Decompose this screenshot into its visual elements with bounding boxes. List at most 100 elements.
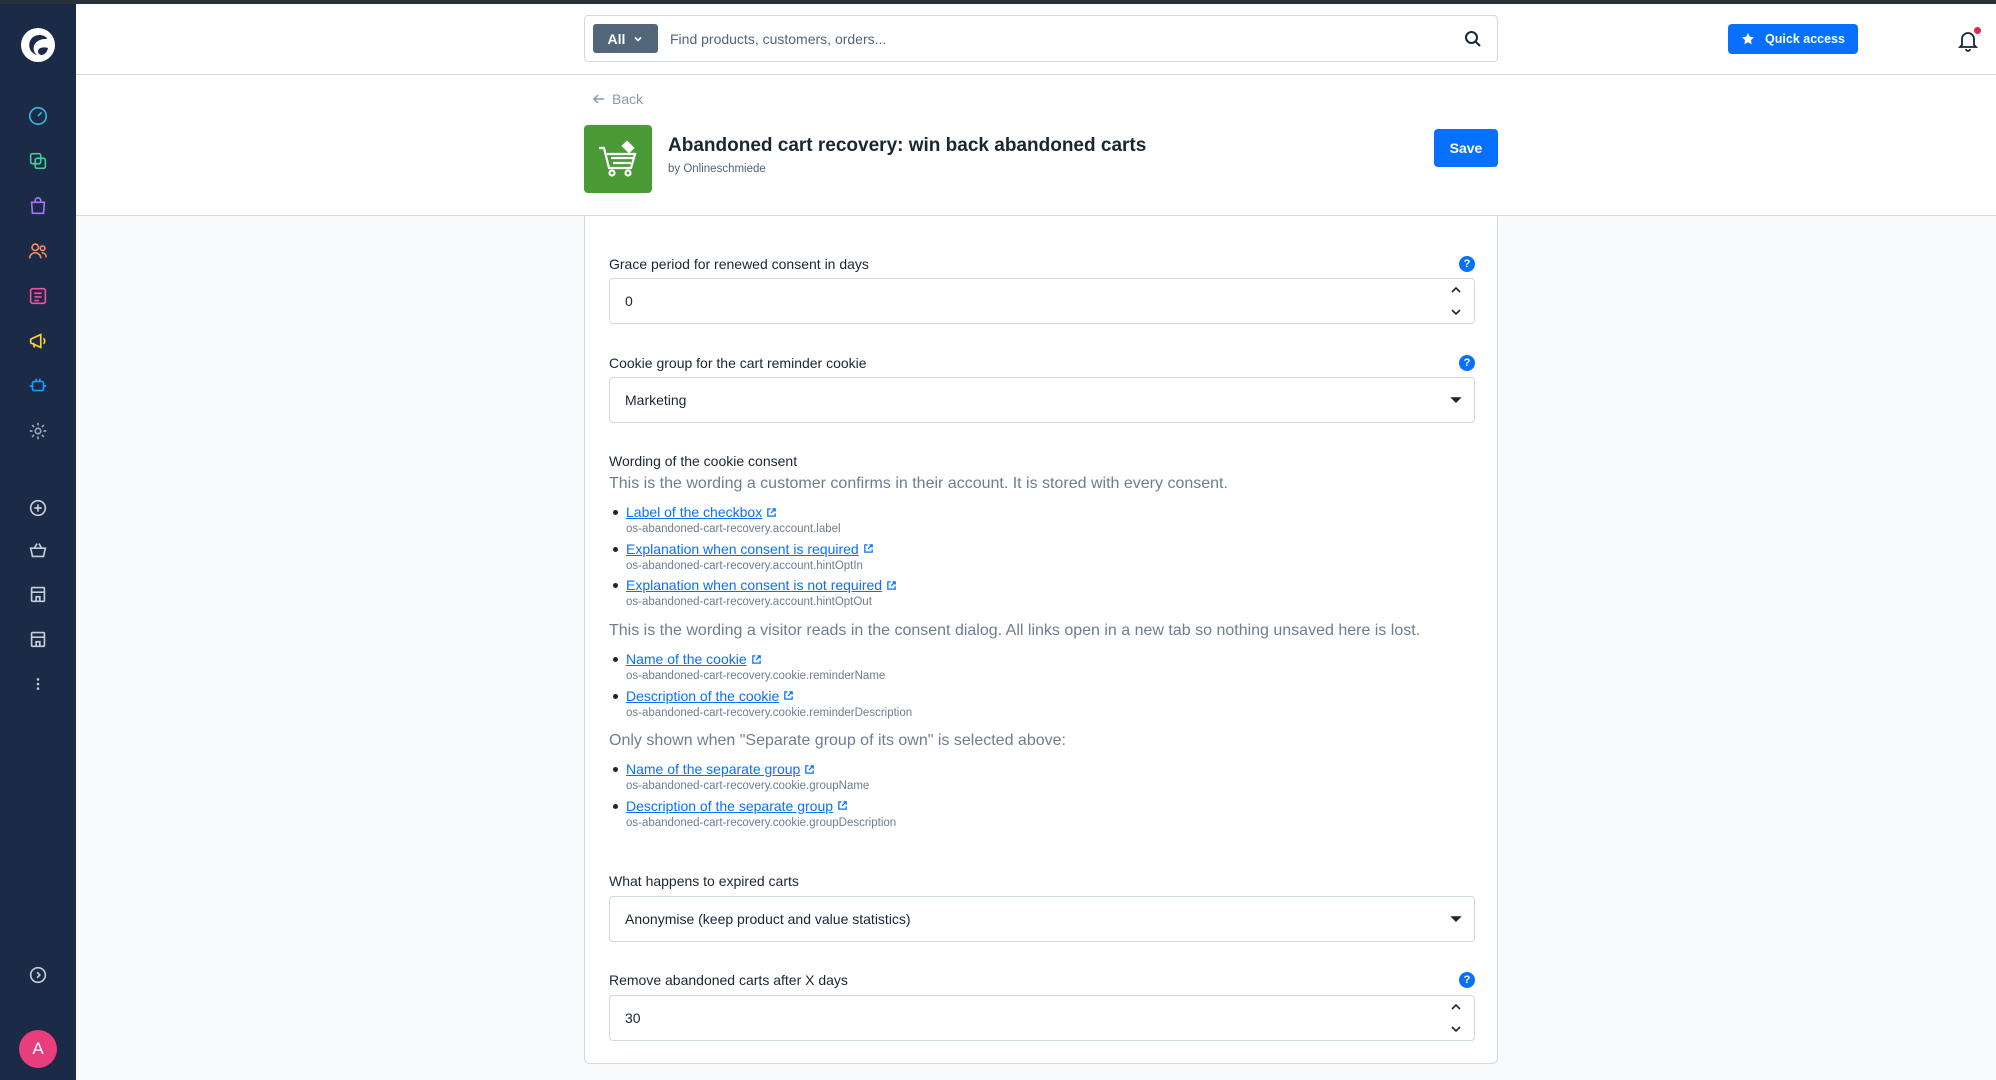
dashboard-icon[interactable] [25,103,51,129]
storefront-icon[interactable] [25,581,51,607]
snippet-key: os-abandoned-cart-recovery.cookie.groupN… [626,780,870,792]
visitor-wording-help: This is the wording a visitor reads in t… [609,622,1421,639]
translation-link[interactable]: Description of the cookie [626,687,794,705]
extensions-icon[interactable] [25,373,51,399]
external-link-icon [838,801,847,810]
remove-after-days-number-field[interactable]: 30 [609,995,1475,1041]
help-tooltip-icon[interactable]: ? [1459,972,1475,988]
list-item: Description of the separate group os-aba… [609,797,896,834]
snippet-key: os-abandoned-cart-recovery.account.hintO… [626,596,872,608]
link-label: Name of the separate group [626,761,801,777]
list-item: Name of the cookie os-abandoned-cart-rec… [609,650,912,687]
basket-icon[interactable] [25,537,51,563]
translation-link[interactable]: Name of the cookie [626,650,762,668]
translation-link[interactable]: Explanation when consent is not required [626,576,897,594]
snippet-key: os-abandoned-cart-recovery.account.label [626,523,841,535]
content-icon[interactable] [25,283,51,309]
remove-after-days-label: Remove abandoned carts after X days [609,972,848,988]
chevron-down-icon [1450,397,1462,403]
chevron-down-icon [1450,916,1462,922]
arrow-left-icon [592,94,604,104]
translation-link[interactable]: Description of the separate group [626,797,848,815]
translation-link[interactable]: Explanation when consent is required [626,540,874,558]
cookie-group-label: Cookie group for the cart reminder cooki… [609,355,867,371]
catalogues-icon[interactable] [25,148,51,174]
cookie-group-value: Marketing [625,392,687,408]
avatar[interactable]: A [19,1030,57,1068]
group-wording-links: Name of the separate group os-abandoned-… [609,760,896,833]
quick-access-label: Quick access [1765,32,1845,46]
chevron-down-icon [634,36,643,42]
group-wording-help: Only shown when "Separate group of its o… [609,732,1066,749]
shopware-logo-icon[interactable] [19,26,57,64]
settings-icon[interactable] [25,418,51,444]
orders-icon[interactable] [25,193,51,219]
external-link-icon [767,507,777,517]
back-link[interactable]: Back [592,91,643,107]
sidebar: A [0,0,76,1080]
top-header: All Quick access [76,4,1996,75]
back-label: Back [612,91,644,107]
chevron-up-icon[interactable] [1450,1001,1462,1013]
account-wording-help: This is the wording a customer confirms … [609,475,1228,492]
expired-carts-value: Anonymise (keep product and value statis… [625,911,911,927]
chevron-down-icon[interactable] [1450,306,1462,318]
translation-link[interactable]: Name of the separate group [626,760,815,778]
top-border [0,0,1996,4]
chevron-down-icon[interactable] [1450,1023,1462,1035]
avatar-initial: A [32,1039,44,1058]
expired-carts-label: What happens to expired carts [609,873,799,889]
grace-period-number-field[interactable]: 0 [609,278,1475,324]
link-label: Description of the separate group [626,797,834,814]
page-title: Abandoned cart recovery: win back abando… [668,135,1147,156]
snippet-key: os-abandoned-cart-recovery.cookie.remind… [626,670,886,682]
list-item: Description of the cookie os-abandoned-c… [609,687,912,724]
save-button[interactable]: Save [1434,129,1498,167]
link-label: Description of the cookie [626,687,780,704]
account-wording-links: Label of the checkbox os-abandoned-cart-… [609,503,897,613]
add-sales-channel-icon[interactable] [25,495,51,521]
external-link-icon [805,764,815,774]
list-item: Explanation when consent is not required… [609,576,897,613]
chevron-up-icon[interactable] [1450,284,1462,296]
link-label: Explanation when consent is not required [626,577,883,593]
more-icon[interactable] [25,671,51,697]
search-type-dropdown[interactable]: All [593,24,658,53]
page-subtitle: by Onlineschmiede [668,163,766,175]
search-input[interactable] [670,25,1430,53]
list-item: Explanation when consent is required os-… [609,540,897,577]
help-tooltip-icon[interactable]: ? [1459,256,1475,272]
snippet-key: os-abandoned-cart-recovery.cookie.groupD… [626,816,897,829]
extension-cart-icon [584,125,652,193]
number-stepper [1450,1001,1464,1035]
snippet-key: os-abandoned-cart-recovery.cookie.remind… [626,706,913,719]
number-stepper [1450,284,1464,318]
list-item: Label of the checkbox os-abandoned-cart-… [609,503,897,540]
help-tooltip-icon[interactable]: ? [1459,355,1475,371]
quick-access-button[interactable]: Quick access [1728,24,1858,54]
settings-card: Grace period for renewed consent in days… [584,216,1498,1064]
star-icon [1742,33,1755,45]
list-item: Name of the separate group os-abandoned-… [609,760,896,797]
page-header: Back Abandoned cart recovery: win back a… [76,75,1996,216]
notification-dot [1974,27,1981,34]
customers-icon[interactable] [25,238,51,264]
wording-section-title: Wording of the cookie consent [609,453,798,469]
global-search: All [584,15,1498,62]
marketing-icon[interactable] [25,328,51,354]
storefront-2-icon[interactable] [25,626,51,652]
external-link-icon [863,544,873,553]
link-label: Explanation when consent is required [626,540,859,557]
link-label: Name of the cookie [626,651,747,667]
external-link-icon [784,691,794,700]
snippet-key: os-abandoned-cart-recovery.account.hintO… [626,559,863,572]
search-icon[interactable] [1463,29,1483,49]
cookie-group-select[interactable]: Marketing [609,377,1475,423]
search-type-label: All [607,30,626,47]
remove-after-days-value: 30 [625,1010,641,1026]
translation-link[interactable]: Label of the checkbox [626,503,777,521]
grace-period-value: 0 [625,293,633,309]
expired-carts-select[interactable]: Anonymise (keep product and value statis… [609,896,1475,942]
collapse-sidebar-icon[interactable] [25,962,51,988]
visitor-wording-links: Name of the cookie os-abandoned-cart-rec… [609,650,912,723]
